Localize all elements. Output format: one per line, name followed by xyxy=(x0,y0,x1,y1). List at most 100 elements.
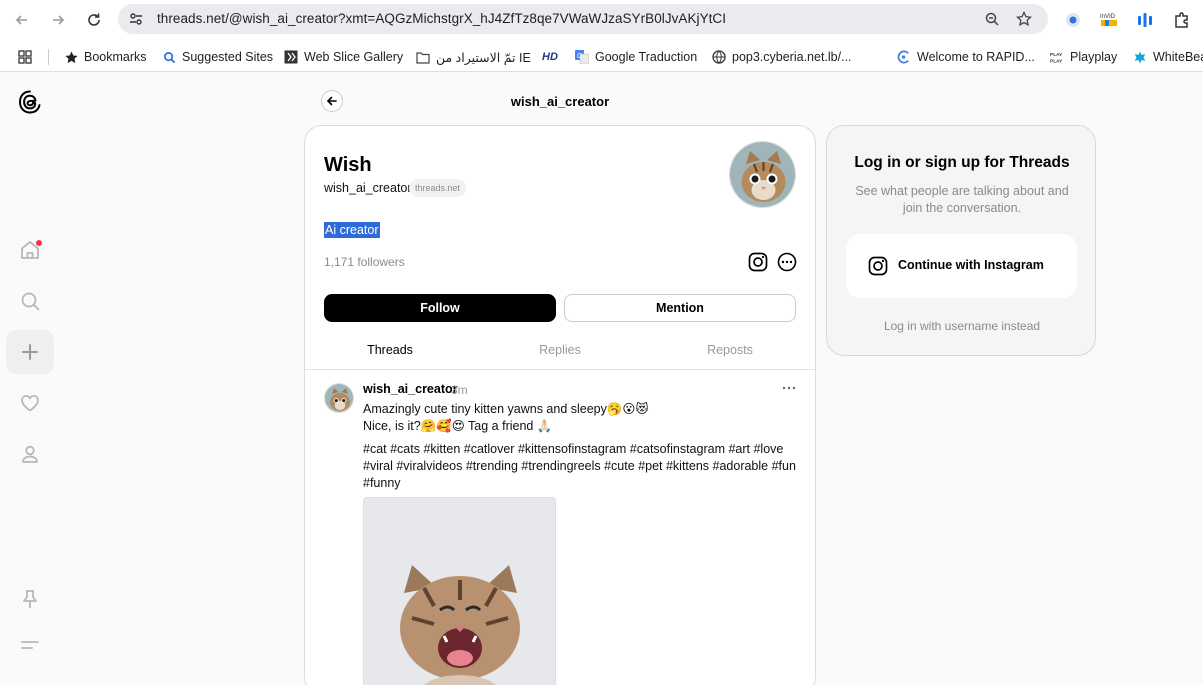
post-media[interactable] xyxy=(363,497,556,685)
page-title: wish_ai_creator xyxy=(510,94,610,109)
arrow-left-icon xyxy=(15,15,27,25)
post-text-line: Amazingly cute tiny kitten yawns and sle… xyxy=(363,402,649,416)
bookmark-label: WhiteBea xyxy=(1153,50,1203,64)
extensions-puzzle-icon[interactable] xyxy=(1170,8,1194,32)
continue-with-instagram-button[interactable]: Continue with Instagram xyxy=(846,234,1077,298)
bookmark-label: Bookmarks xyxy=(84,50,147,64)
invid-extension-icon[interactable]: InVID xyxy=(1097,8,1121,32)
browser-toolbar: threads.net/@wish_ai_creator?xmt=AQGzMic… xyxy=(0,0,1203,40)
pin-icon xyxy=(23,590,37,608)
mention-button[interactable]: Mention xyxy=(564,294,796,322)
profile-name: Wish xyxy=(324,154,372,176)
bookmark-whitebear[interactable]: WhiteBea xyxy=(1133,48,1203,66)
post-hashtags[interactable]: #cat #cats #kitten #catlover #kittensofi… xyxy=(363,442,783,456)
menu-icon xyxy=(21,641,39,649)
bookmark-google-traduction[interactable]: G Google Traduction xyxy=(575,48,697,66)
arrow-right-icon xyxy=(53,15,65,25)
post-hashtags[interactable]: #viral #viralvideos #trending #trendingr… xyxy=(363,459,796,473)
zoom-icon[interactable] xyxy=(982,9,1002,29)
tab-reposts[interactable]: Reposts xyxy=(645,336,815,370)
bookmark-bookmarks[interactable]: Bookmarks xyxy=(64,48,147,66)
bookmark-pop3-cyberia[interactable]: pop3.cyberia.net.lb/... xyxy=(712,48,852,66)
login-subtitle: See what people are talking about and jo… xyxy=(855,184,1069,215)
threads-logo[interactable] xyxy=(6,80,54,124)
slice-icon xyxy=(284,50,298,64)
reload-button[interactable] xyxy=(82,8,106,32)
nav-home[interactable] xyxy=(6,228,54,272)
profile-avatar[interactable] xyxy=(729,141,796,208)
bookmark-suggested-sites[interactable]: Suggested Sites xyxy=(162,48,273,66)
arrow-left-icon xyxy=(326,96,337,106)
followers-count[interactable]: 1,171 followers xyxy=(324,255,405,269)
bookmarks-bar: Bookmarks Suggested Sites Web Slice Gall… xyxy=(0,40,1203,72)
post-hashtags[interactable]: #funny xyxy=(363,476,401,490)
back-nav-button[interactable] xyxy=(10,8,34,32)
whitebear-icon xyxy=(1133,50,1147,64)
bookmark-label: Playplay xyxy=(1070,50,1118,64)
instagram-icon xyxy=(868,256,888,276)
heart-icon xyxy=(21,394,39,412)
continue-with-instagram-label: Continue with Instagram xyxy=(898,258,1044,272)
post-username[interactable]: wish_ai_creator xyxy=(363,382,458,396)
bookmark-rapid[interactable]: Welcome to RAPID... xyxy=(897,48,1035,66)
domain-badge[interactable]: threads.net xyxy=(409,179,467,197)
profile-more-button[interactable] xyxy=(777,252,797,272)
login-title: Log in or sign up for Threads xyxy=(854,154,1070,171)
plus-icon xyxy=(22,344,38,360)
post-text-line: Nice, is it?🤗🥰😍 Tag a friend 🙏🏻 xyxy=(363,419,553,433)
cat-avatar-icon xyxy=(730,142,795,207)
hd-icon: HD xyxy=(542,51,558,63)
bookmark-label: Web Slice Gallery xyxy=(304,50,404,64)
svg-text:PLAY: PLAY xyxy=(1050,58,1063,64)
person-icon xyxy=(22,445,38,463)
bookmark-star-icon[interactable] xyxy=(1014,9,1034,29)
back-button[interactable] xyxy=(321,90,343,112)
bookmark-web-slice-gallery[interactable]: Web Slice Gallery xyxy=(284,48,403,66)
search-icon xyxy=(162,50,176,64)
post-avatar[interactable] xyxy=(324,383,354,413)
nav-activity[interactable] xyxy=(6,381,54,425)
nav-profile[interactable] xyxy=(6,432,54,476)
star-icon xyxy=(64,50,78,64)
forward-nav-button[interactable] xyxy=(46,8,70,32)
nav-create[interactable] xyxy=(6,330,54,374)
profile-handle: wish_ai_creator xyxy=(324,181,412,195)
url-text[interactable]: threads.net/@wish_ai_creator?xmt=AQGzMic… xyxy=(157,11,726,26)
nav-search[interactable] xyxy=(6,279,54,323)
bookmark-playplay[interactable]: PLAY PLAY Playplay xyxy=(1050,48,1117,66)
post-timestamp[interactable]: 3m xyxy=(451,383,468,397)
profile-card: Wish wish_ai_creator threads.net Ai crea… xyxy=(304,125,816,685)
folder-icon xyxy=(416,50,430,64)
audio-extension-icon[interactable] xyxy=(1133,8,1157,32)
bookmarks-divider xyxy=(48,49,49,65)
playplay-icon: PLAY PLAY xyxy=(1050,50,1064,64)
site-settings-icon[interactable] xyxy=(126,9,146,29)
svg-text:PLAY: PLAY xyxy=(1050,52,1063,58)
address-bar[interactable]: threads.net/@wish_ai_creator?xmt=AQGzMic… xyxy=(118,4,1048,34)
bookmark-label: pop3.cyberia.net.lb/... xyxy=(732,50,852,64)
more-circle-icon xyxy=(777,252,797,272)
login-with-username-link[interactable]: Log in with username instead xyxy=(827,319,1097,333)
search-icon xyxy=(21,292,40,311)
tabs-divider xyxy=(305,369,815,370)
more-horizontal-icon xyxy=(782,386,796,390)
apps-grid-button[interactable] xyxy=(18,48,32,66)
translate-icon: G xyxy=(575,50,589,64)
bookmark-ie-imported[interactable]: تمّ الاستيراد من IE xyxy=(416,48,531,66)
globe-icon xyxy=(712,50,726,64)
tab-replies[interactable]: Replies xyxy=(475,336,645,370)
reload-icon xyxy=(88,13,100,26)
nav-menu[interactable] xyxy=(6,623,54,667)
bookmark-hd[interactable]: HD xyxy=(542,48,558,66)
rapid-icon xyxy=(897,50,911,64)
follow-button[interactable]: Follow xyxy=(324,294,556,322)
post-more-button[interactable] xyxy=(781,380,797,396)
extension-eye-icon[interactable] xyxy=(1061,8,1085,32)
bookmark-label: Welcome to RAPID... xyxy=(917,50,1035,64)
tab-threads[interactable]: Threads xyxy=(305,336,475,370)
instagram-link[interactable] xyxy=(748,252,768,272)
threads-logo-icon xyxy=(18,90,41,114)
nav-pin[interactable] xyxy=(6,577,54,621)
svg-text:G: G xyxy=(577,53,582,60)
login-card: Log in or sign up for Threads See what p… xyxy=(826,125,1096,356)
